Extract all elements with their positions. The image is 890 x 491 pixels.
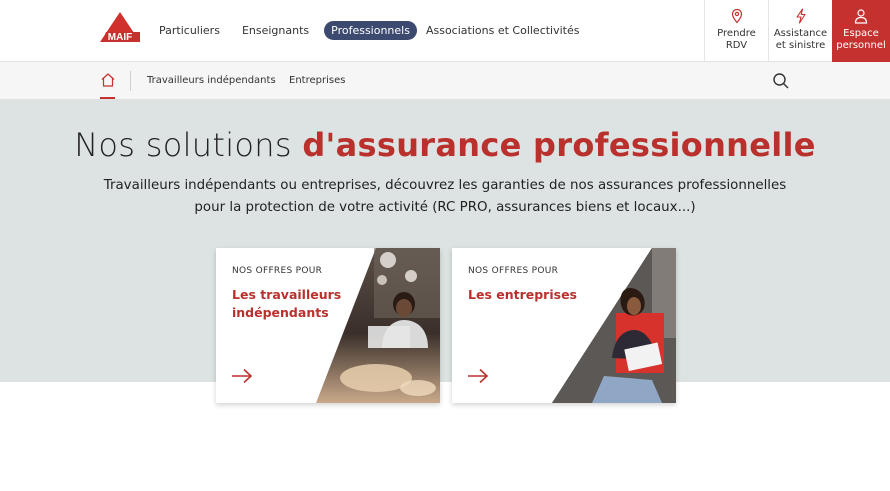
freelancer-photo — [316, 248, 440, 403]
top-header: MAIF Particuliers Enseignants Profession… — [0, 0, 890, 62]
logo-text: MAIF — [108, 32, 132, 43]
hero-title-strong: d'assurance professionnelle — [302, 126, 816, 164]
hero-subtitle: Travailleurs indépendants ou entreprises… — [95, 175, 795, 219]
card-entreprises[interactable]: NOS OFFRES POUR Les entreprises — [452, 248, 676, 403]
maif-logo[interactable]: MAIF — [100, 12, 140, 44]
rdv-label-2: RDV — [725, 40, 748, 51]
card-title: Les travailleurs indépendants — [232, 287, 342, 320]
nav-particuliers[interactable]: Particuliers — [152, 21, 227, 40]
hero-title: Nos solutions d'assurance professionnell… — [0, 126, 890, 164]
subnav-divider — [130, 71, 131, 91]
hero-subtitle-line-1: Travailleurs indépendants ou entreprises… — [103, 178, 787, 193]
subnav-travailleurs[interactable]: Travailleurs indépendants — [147, 75, 276, 86]
search-icon[interactable] — [772, 72, 790, 90]
home-active-indicator — [100, 97, 115, 99]
lightning-icon — [795, 8, 806, 24]
assistance-sinistre-button[interactable]: Assistance et sinistre — [768, 0, 832, 62]
espace-personnel-button[interactable]: Espace personnel — [832, 0, 890, 62]
subnav-entreprises[interactable]: Entreprises — [289, 75, 345, 86]
espace-label-1: Espace — [843, 28, 879, 39]
espace-label-2: personnel — [836, 40, 886, 51]
nav-enseignants[interactable]: Enseignants — [235, 21, 316, 40]
card-kicker: NOS OFFRES POUR — [468, 266, 559, 276]
business-woman-photo — [552, 248, 676, 403]
hero-title-plain: Nos solutions — [74, 126, 303, 164]
card-title: Les entreprises — [468, 287, 577, 302]
user-icon — [854, 9, 868, 24]
home-icon[interactable] — [100, 72, 116, 88]
nav-associations[interactable]: Associations et Collectivités — [419, 21, 587, 40]
rdv-label-1: Prendre — [717, 28, 756, 39]
location-pin-icon — [731, 8, 742, 24]
arrow-right-icon — [468, 368, 489, 384]
assistance-label-1: Assistance — [773, 28, 828, 39]
nav-professionnels[interactable]: Professionnels — [324, 21, 417, 40]
top-actions: Prendre RDV Assistance et sinistre Espac… — [704, 0, 890, 62]
prendre-rdv-button[interactable]: Prendre RDV — [704, 0, 768, 62]
sub-nav: Travailleurs indépendants Entreprises — [0, 62, 890, 100]
main-nav: Particuliers Enseignants Professionnels … — [152, 21, 595, 40]
card-travailleurs-independants[interactable]: NOS OFFRES POUR Les travailleurs indépen… — [216, 248, 440, 403]
card-kicker: NOS OFFRES POUR — [232, 266, 323, 276]
assistance-label-2: et sinistre — [775, 40, 826, 51]
arrow-right-icon — [232, 368, 253, 384]
hero-subtitle-line-2: pour la protection de votre activité (RC… — [194, 200, 696, 215]
